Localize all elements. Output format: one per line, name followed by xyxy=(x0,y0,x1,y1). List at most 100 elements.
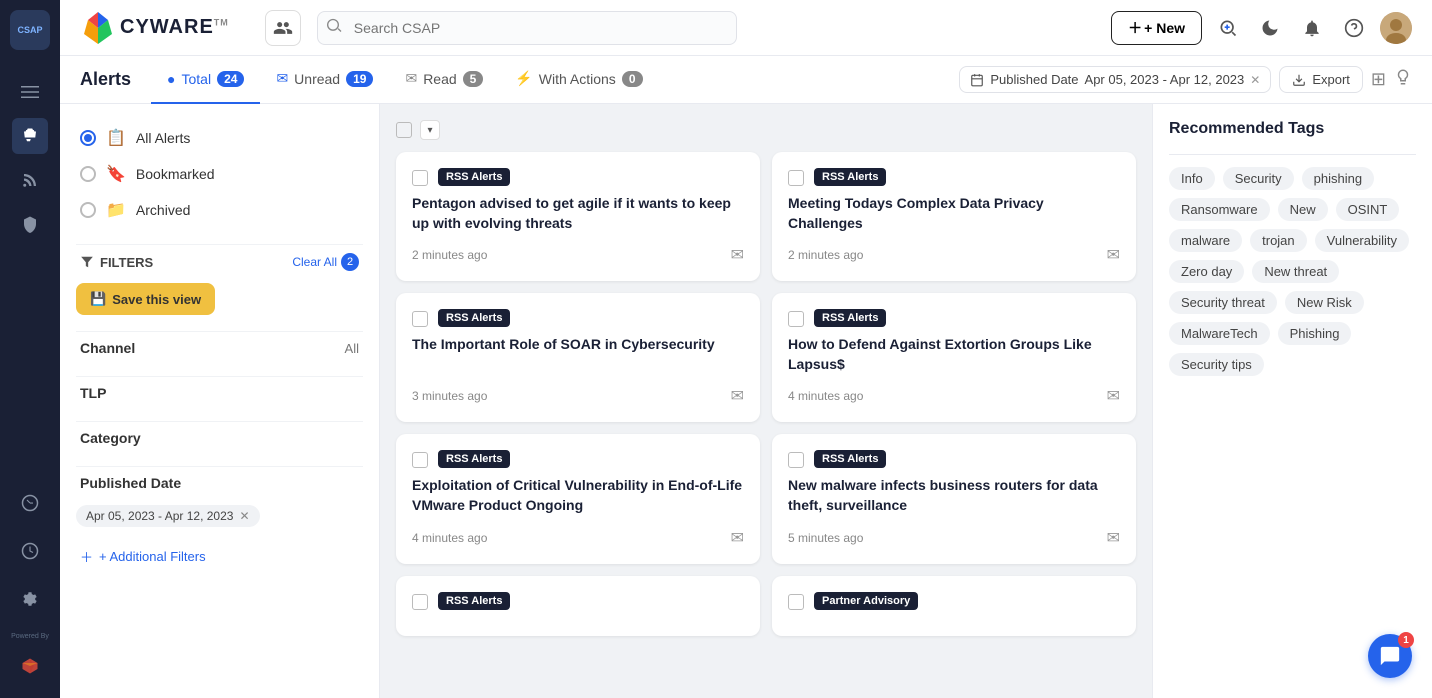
tag-item[interactable]: New xyxy=(1278,198,1328,221)
alert-card-1[interactable]: RSS Alerts Pentagon advised to get agile… xyxy=(396,152,760,281)
alert-card-5[interactable]: RSS Alerts Exploitation of Critical Vuln… xyxy=(396,434,760,563)
tab-unread[interactable]: ✉ Unread 19 xyxy=(260,56,389,104)
tag-item[interactable]: Security tips xyxy=(1169,353,1264,376)
archived-label: Archived xyxy=(136,202,190,218)
card-1-mail-icon[interactable]: ✉ xyxy=(731,245,744,265)
alert-card-3[interactable]: RSS Alerts The Important Role of SOAR in… xyxy=(396,293,760,422)
tag-item[interactable]: Security threat xyxy=(1169,291,1277,314)
tag-item[interactable]: malware xyxy=(1169,229,1242,252)
tag-item[interactable]: New threat xyxy=(1252,260,1339,283)
tag-item[interactable]: phishing xyxy=(1302,167,1374,190)
card-5-badge: RSS Alerts xyxy=(438,450,510,468)
alert-card-8[interactable]: Partner Advisory xyxy=(772,576,1136,636)
add-filters-button[interactable]: ＋ + Additional Filters xyxy=(76,539,363,574)
card-2-checkbox[interactable] xyxy=(788,170,804,186)
select-all-checkbox[interactable] xyxy=(396,122,412,138)
search-csap-icon[interactable] xyxy=(1212,12,1244,44)
tab-total-label: Total xyxy=(182,71,212,87)
date-filter-toggle[interactable]: Published Date xyxy=(76,466,363,499)
export-button[interactable]: Export xyxy=(1279,66,1363,93)
export-icon xyxy=(1292,73,1306,87)
card-5-time: 4 minutes ago xyxy=(412,531,487,545)
date-filter-chip[interactable]: Published Date Apr 05, 2023 - Apr 12, 20… xyxy=(959,66,1271,93)
tab-with-actions[interactable]: ⚡ With Actions 0 xyxy=(499,56,658,104)
tag-item[interactable]: Info xyxy=(1169,167,1215,190)
select-dropdown[interactable]: ▾ xyxy=(420,120,440,140)
alert-card-7[interactable]: RSS Alerts xyxy=(396,576,760,636)
unread-count: 19 xyxy=(346,71,373,87)
date-chip-clear[interactable]: ✕ xyxy=(239,509,249,523)
nav-alerts-icon[interactable] xyxy=(12,118,48,154)
alert-card-6[interactable]: RSS Alerts New malware infects business … xyxy=(772,434,1136,563)
header-actions: ＋ + New xyxy=(1111,11,1412,45)
tab-total[interactable]: ● Total 24 xyxy=(151,56,260,104)
nav-shield-icon[interactable] xyxy=(12,206,48,242)
card-7-checkbox[interactable] xyxy=(412,594,428,610)
bulb-icon[interactable] xyxy=(1394,68,1412,91)
alerts-grid: RSS Alerts Pentagon advised to get agile… xyxy=(396,152,1136,636)
chat-bubble[interactable]: 1 xyxy=(1368,634,1412,678)
nav-clock-icon[interactable] xyxy=(12,533,48,569)
grid-view-icon[interactable]: ⊞ xyxy=(1371,69,1386,90)
date-filter-clear[interactable]: ✕ xyxy=(1250,73,1260,87)
help-icon[interactable] xyxy=(1338,12,1370,44)
tag-item[interactable]: OSINT xyxy=(1336,198,1400,221)
card-6-checkbox[interactable] xyxy=(788,452,804,468)
tag-item[interactable]: New Risk xyxy=(1285,291,1364,314)
tag-item[interactable]: MalwareTech xyxy=(1169,322,1270,345)
new-button[interactable]: ＋ + New xyxy=(1111,11,1202,45)
tag-item[interactable]: Phishing xyxy=(1278,322,1352,345)
user-avatar[interactable] xyxy=(1380,12,1412,44)
alert-type-all[interactable]: 📋 All Alerts xyxy=(76,120,363,156)
nav-menu-icon[interactable] xyxy=(12,74,48,110)
alert-type-archived[interactable]: 📁 Archived xyxy=(76,192,363,228)
card-2-mail-icon[interactable]: ✉ xyxy=(1107,245,1120,265)
filter-date-section: Published Date Apr 05, 2023 - Apr 12, 20… xyxy=(76,466,363,527)
nav-settings-icon[interactable] xyxy=(12,581,48,617)
archived-radio xyxy=(80,202,96,218)
nav-bottom-section: Powered By xyxy=(11,481,49,688)
card-5-checkbox[interactable] xyxy=(412,452,428,468)
card-4-checkbox[interactable] xyxy=(788,311,804,327)
top-header: CYWARETM ＋ + New xyxy=(60,0,1432,56)
tag-item[interactable]: trojan xyxy=(1250,229,1307,252)
export-label: Export xyxy=(1312,72,1350,87)
card-3-checkbox[interactable] xyxy=(412,311,428,327)
team-switcher-button[interactable] xyxy=(265,10,301,46)
card-8-checkbox[interactable] xyxy=(788,594,804,610)
card-1-badge: RSS Alerts xyxy=(438,168,510,186)
tag-item[interactable]: Security xyxy=(1223,167,1294,190)
main-area: CYWARETM ＋ + New xyxy=(60,0,1432,698)
channel-filter-toggle[interactable]: Channel All xyxy=(76,331,363,364)
category-filter-toggle[interactable]: Category xyxy=(76,421,363,454)
tlp-filter-toggle[interactable]: TLP xyxy=(76,376,363,409)
date-filter-value: Apr 05, 2023 - Apr 12, 2023 xyxy=(1085,72,1245,87)
notification-icon[interactable] xyxy=(1296,12,1328,44)
app-logo[interactable]: CSAP xyxy=(10,10,50,50)
card-5-mail-icon[interactable]: ✉ xyxy=(731,528,744,548)
nav-sidebar: CSAP Powered By xyxy=(0,0,60,698)
nav-feed-icon[interactable] xyxy=(12,162,48,198)
actions-icon: ⚡ xyxy=(515,70,532,87)
logo-area: CYWARETM xyxy=(80,10,229,46)
card-1-checkbox[interactable] xyxy=(412,170,428,186)
tag-item[interactable]: Zero day xyxy=(1169,260,1244,283)
card-6-mail-icon[interactable]: ✉ xyxy=(1107,528,1120,548)
card-4-mail-icon[interactable]: ✉ xyxy=(1107,386,1120,406)
card-3-mail-icon[interactable]: ✉ xyxy=(731,386,744,406)
clear-all-button[interactable]: Clear All 2 xyxy=(292,253,359,271)
alert-type-bookmarked[interactable]: 🔖 Bookmarked xyxy=(76,156,363,192)
search-input[interactable] xyxy=(317,11,737,45)
alert-card-4[interactable]: RSS Alerts How to Defend Against Extorti… xyxy=(772,293,1136,422)
cyware-footer-logo[interactable] xyxy=(12,648,48,684)
nav-analytics-icon[interactable] xyxy=(12,485,48,521)
tab-read-label: Read xyxy=(423,71,456,87)
tag-item[interactable]: Ransomware xyxy=(1169,198,1270,221)
tag-item[interactable]: Vulnerability xyxy=(1315,229,1409,252)
tab-read[interactable]: ✉ Read 5 xyxy=(389,56,499,104)
save-view-button[interactable]: 💾 Save this view xyxy=(76,283,215,315)
dark-mode-icon[interactable] xyxy=(1254,12,1286,44)
all-alerts-label: All Alerts xyxy=(136,130,190,146)
alert-card-2[interactable]: RSS Alerts Meeting Todays Complex Data P… xyxy=(772,152,1136,281)
channel-value: All xyxy=(345,341,359,356)
